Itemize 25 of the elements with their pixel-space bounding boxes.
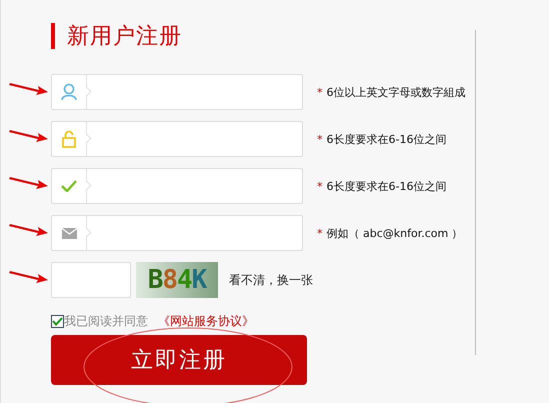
captcha-image[interactable]: B84K	[136, 262, 218, 298]
field-hint: 6位以上英文字母或数字組成	[326, 84, 466, 100]
lock-icon	[62, 130, 76, 148]
required-mark: *	[317, 226, 322, 240]
title-accent-bar	[51, 23, 55, 49]
required-mark: *	[317, 132, 322, 146]
required-mark: *	[317, 86, 322, 98]
input-field[interactable]	[51, 121, 303, 157]
required-mark: *	[317, 180, 322, 192]
page-title: 新用户注册	[67, 23, 182, 51]
service-agreement-link[interactable]: 《网站服务协议》	[158, 312, 254, 330]
user-icon	[61, 83, 77, 101]
field-hint: 例如（ abc@knfor.com ）	[326, 226, 463, 240]
field-hint: 6长度要求在6-16位之间	[326, 178, 446, 194]
input-field[interactable]	[51, 168, 303, 204]
input-field[interactable]	[51, 215, 303, 251]
agreement-label: 我已阅读并同意	[64, 312, 148, 330]
refresh-captcha-link[interactable]: 看不清，换一张	[229, 272, 313, 288]
captcha-field[interactable]	[51, 262, 131, 298]
checkmark-icon	[61, 180, 77, 192]
mail-icon	[62, 228, 76, 238]
field-hint: 6长度要求在6-16位之间	[326, 132, 446, 146]
register-button[interactable]: 立即注册	[51, 335, 307, 385]
input-field[interactable]	[51, 74, 303, 110]
agreement-checkbox[interactable]	[51, 314, 64, 328]
